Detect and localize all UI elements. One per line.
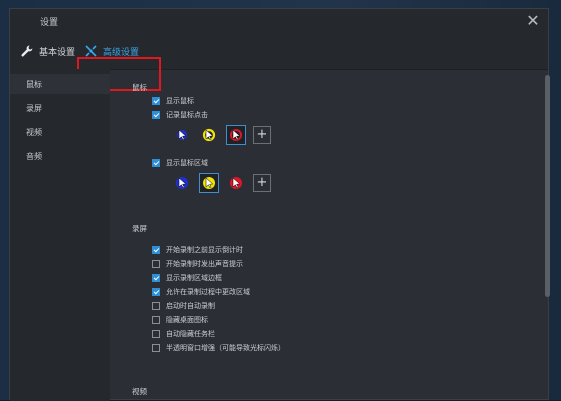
close-icon[interactable]: ✕ (524, 12, 542, 30)
tab-basic-settings[interactable]: 基本设置 (20, 41, 75, 61)
record-option-checkbox[interactable] (152, 302, 160, 310)
record-option[interactable]: 自动隐藏任务栏 (152, 328, 215, 340)
record-option[interactable]: 启动时自动录制 (152, 300, 215, 312)
recording-section-heading: 录屏 (132, 224, 147, 233)
tab-bar: 基本设置 高级设置 (10, 33, 548, 91)
record-option-label: 开始录制时发出声音提示 (166, 260, 243, 268)
record-clicks-label: 记录鼠标点击 (166, 111, 208, 119)
wrench-icon (20, 44, 34, 58)
sidebar-item-audio[interactable]: 音频 (26, 151, 42, 162)
record-option-checkbox[interactable] (152, 330, 160, 338)
record-option-label: 半透明窗口增强（可能导致光标闪烁） (166, 344, 285, 352)
record-option-checkbox[interactable] (152, 260, 160, 268)
sidebar-item-recording[interactable]: 录屏 (26, 103, 42, 114)
record-option-checkbox[interactable] (152, 316, 160, 324)
area-color-red[interactable] (226, 173, 246, 193)
show-area-option[interactable]: 显示鼠标区域 (152, 157, 208, 169)
area-color-yellow[interactable] (199, 173, 219, 193)
tools-icon (84, 44, 98, 58)
click-color-yellow[interactable] (199, 125, 219, 145)
settings-window: 设置 ✕ 基本设置 高级设置 鼠标 录屏 视频 音频 鼠标 显示鼠标 记录鼠标点… (9, 8, 550, 401)
record-option-label: 启动时自动录制 (166, 302, 215, 310)
sidebar-item-mouse[interactable]: 鼠标 (26, 79, 42, 90)
scrollbar[interactable] (545, 75, 550, 297)
click-color-red[interactable] (226, 125, 246, 145)
sidebar-item-video[interactable]: 视频 (26, 127, 42, 138)
window-title: 设置 (40, 18, 59, 28)
add-area-color-button[interactable]: + (253, 174, 271, 192)
settings-content: 鼠标 显示鼠标 记录鼠标点击 + 显示鼠标区域 + 录屏 开始录制之前显示倒计时… (110, 69, 550, 401)
record-option[interactable]: 显示录制区域边框 (152, 272, 222, 284)
record-option-checkbox[interactable] (152, 274, 160, 282)
record-clicks-checkbox[interactable] (152, 111, 160, 119)
record-option-checkbox[interactable] (152, 246, 160, 254)
record-clicks-option[interactable]: 记录鼠标点击 (152, 109, 208, 121)
record-option-label: 允许在录制过程中更改区域 (166, 288, 250, 296)
area-color-swatches: + (172, 173, 271, 193)
record-option[interactable]: 开始录制时发出声音提示 (152, 258, 243, 270)
show-cursor-option[interactable]: 显示鼠标 (152, 95, 194, 107)
record-option[interactable]: 允许在录制过程中更改区域 (152, 286, 250, 298)
mouse-section-heading: 鼠标 (132, 83, 147, 92)
record-option-label: 隐藏桌面图标 (166, 316, 208, 324)
record-option-label: 开始录制之前显示倒计时 (166, 246, 243, 254)
area-color-blue[interactable] (172, 173, 192, 193)
title-bar: 设置 ✕ (10, 9, 548, 33)
show-cursor-checkbox[interactable] (152, 97, 160, 105)
show-area-label: 显示鼠标区域 (166, 159, 208, 167)
record-option[interactable]: 开始录制之前显示倒计时 (152, 244, 243, 256)
record-option-checkbox[interactable] (152, 288, 160, 296)
record-option-checkbox[interactable] (152, 344, 160, 352)
tab-basic-label: 基本设置 (39, 47, 76, 58)
click-color-swatches: + (172, 125, 271, 145)
record-option[interactable]: 隐藏桌面图标 (152, 314, 208, 326)
add-click-color-button[interactable]: + (253, 126, 271, 144)
show-area-checkbox[interactable] (152, 159, 160, 167)
record-option-label: 自动隐藏任务栏 (166, 330, 215, 338)
click-color-blue[interactable] (172, 125, 192, 145)
sidebar-selection (10, 74, 110, 94)
record-option[interactable]: 半透明窗口增强（可能导致光标闪烁） (152, 342, 285, 354)
show-cursor-label: 显示鼠标 (166, 97, 194, 105)
sidebar: 鼠标 录屏 视频 音频 (10, 69, 110, 401)
video-section-heading: 视频 (132, 387, 147, 396)
record-option-label: 显示录制区域边框 (166, 274, 222, 282)
tab-advanced-label: 高级设置 (103, 47, 140, 58)
